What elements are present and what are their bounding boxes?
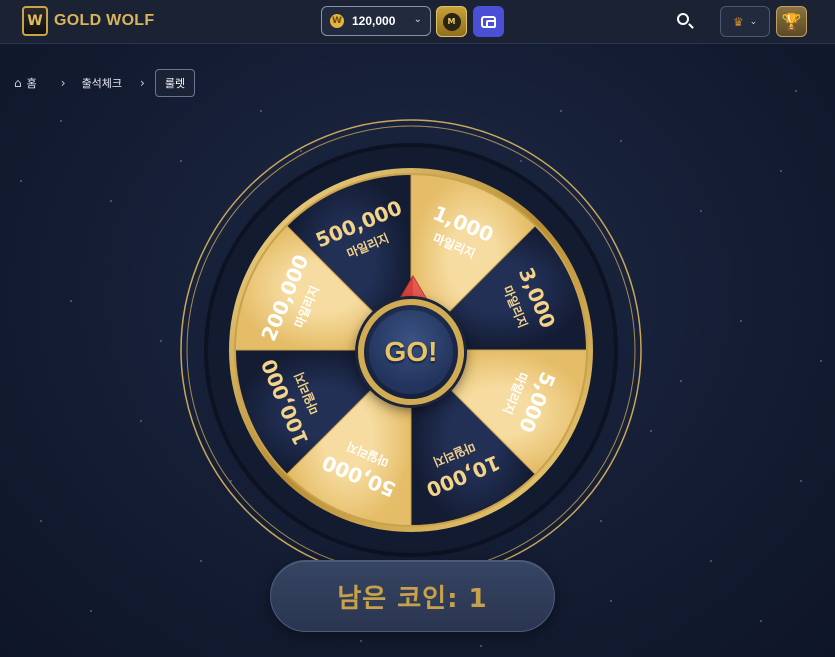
roulette-area: 1,000 마일리지 3,000 마일리지 5,000 마일리지 10,000 마일리지 50,… [0, 0, 835, 657]
remaining-coins-label: 남은 코인: 1 [337, 583, 488, 614]
remaining-coins-display: 남은 코인: 1 [270, 560, 555, 632]
go-spin-button[interactable]: GO! [358, 299, 464, 405]
go-label: GO! [369, 310, 453, 394]
